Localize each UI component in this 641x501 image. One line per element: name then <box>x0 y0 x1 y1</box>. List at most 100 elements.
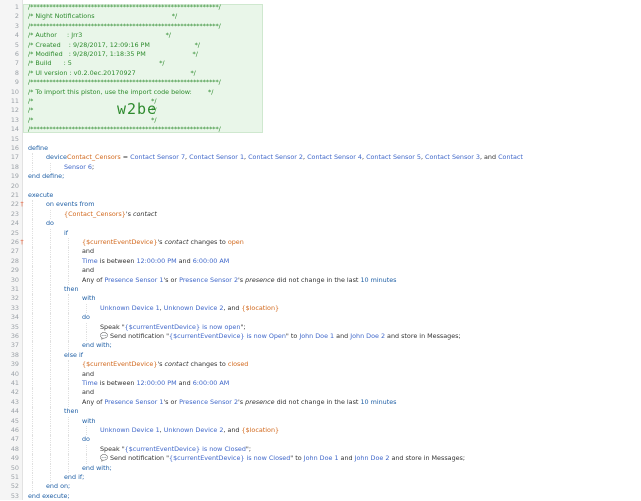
code-text: /***************************************… <box>28 3 221 12</box>
indent-guide <box>32 360 33 370</box>
line-number: 45 <box>10 416 19 425</box>
indent-guide <box>32 332 33 342</box>
line-number: 5 <box>14 40 19 49</box>
code-line: 3 /**************************************… <box>0 22 641 31</box>
code-token: open <box>227 238 244 246</box>
code-token: is between <box>97 379 137 387</box>
code-token: Unknown Device 1 <box>100 426 160 434</box>
indent-guide <box>86 322 87 332</box>
code-line: 17 deviceContact_Censors = Contact Sensor… <box>0 153 641 163</box>
indent-guide <box>50 294 51 304</box>
code-text: do <box>82 313 90 322</box>
line-number: 32 <box>10 294 19 303</box>
indent-guide <box>32 294 33 304</box>
code-line: 41 Time is between 12:00:00 PM and 6:00:0… <box>0 379 641 389</box>
code-text: then <box>64 407 79 416</box>
code-token: {$currentEventDevice} is now open <box>124 322 241 331</box>
code-line: 39 {$currentEventDevice}'s contact change… <box>0 360 641 370</box>
code-token: and <box>82 266 95 275</box>
code-token: " to <box>290 454 304 463</box>
indent-guide <box>50 416 51 426</box>
line-number: 28 <box>10 256 19 265</box>
code-token: changes to <box>188 238 228 246</box>
code-token: 💬 Send notification " <box>100 332 170 340</box>
code-token: {$location} <box>241 426 280 434</box>
code-token: {$currentEventDevice} is now Closed <box>169 454 291 463</box>
indent-guide <box>50 454 51 464</box>
indent-guide <box>50 407 51 417</box>
line-number: 11 <box>10 97 19 105</box>
indent-guide <box>68 238 69 248</box>
code-token: 💬 Send notification " <box>100 454 170 463</box>
code-token: end with; <box>82 463 112 472</box>
indent-guide <box>68 435 69 445</box>
code-line: 43 Any of Presence Sensor 1's or Presence… <box>0 397 641 408</box>
code-text: Unknown Device 1, Unknown Device 2, and … <box>100 304 279 313</box>
indent-guide <box>68 275 69 285</box>
indent-guide <box>50 350 51 361</box>
code-text: /* Author : Jrr3 */ <box>28 31 171 40</box>
code-line: 40 and <box>0 369 641 379</box>
code-token: /* To import this piston, use the import… <box>28 87 214 96</box>
code-line: 15 <box>0 135 641 144</box>
indent-guide <box>32 473 33 483</box>
code-token: /***************************************… <box>28 125 221 134</box>
code-token: did not change in the last <box>274 275 361 284</box>
code-text: /* Night Notifications */ <box>28 12 177 21</box>
line-number: 4 <box>14 31 19 40</box>
indent-guide <box>32 463 33 473</box>
code-line: 8 /* UI version : v0.2.0ec.20170927 */ <box>0 69 641 78</box>
code-token: /* Night Notifications */ <box>28 12 178 21</box>
indent-guide <box>32 247 33 257</box>
line-number: 37 <box>10 341 19 350</box>
line-number: 8 <box>14 68 19 77</box>
code-text: else if <box>64 351 83 360</box>
code-text: Time is between 12:00:00 PM and 6:00:00 … <box>82 379 229 388</box>
code-text: Any of Presence Sensor 1's or Presence S… <box>82 398 397 407</box>
code-token: {$location} <box>241 303 280 312</box>
code-line: 13 /* */ <box>0 116 641 125</box>
code-text: Unknown Device 1, Unknown Device 2, and … <box>100 426 279 435</box>
code-line: 10 /* To import this piston, use the impo… <box>0 88 641 97</box>
indent-guide <box>50 162 51 173</box>
line-number: 51 <box>10 473 19 481</box>
code-line: 5 /* Created : 9/28/2017, 12:09:16 PM */ <box>0 41 641 50</box>
code-text: /* To import this piston, use the import… <box>28 88 213 97</box>
code-token: end if; <box>64 473 85 481</box>
code-line: 6 /* Modified : 9/28/2017, 1:18:35 PM */ <box>0 50 641 59</box>
indent-guide <box>68 332 69 342</box>
code-token: do <box>46 219 54 228</box>
code-token: "; <box>245 444 251 453</box>
code-text: Speak "{$currentEventDevice} is now open… <box>100 323 245 332</box>
indent-guide <box>32 388 33 398</box>
indent-guide <box>32 200 33 210</box>
code-line: 11 /* */ <box>0 97 641 106</box>
indent-guide <box>32 454 33 464</box>
code-line: 45 with <box>0 416 641 426</box>
code-token: did not change in the last <box>274 397 361 406</box>
code-text: end if; <box>64 473 84 482</box>
code-token: {$currentEventDevice} <box>82 238 158 246</box>
indent-guide <box>50 332 51 342</box>
indent-guide <box>50 275 51 285</box>
code-text: execute <box>28 191 53 200</box>
code-line: 33 Unknown Device 1, Unknown Device 2, an… <box>0 303 641 314</box>
code-token: /* Modified : 9/28/2017, 1:18:35 PM */ <box>28 50 198 58</box>
code-token: device <box>46 153 67 162</box>
line-number: 6 <box>14 50 19 58</box>
code-line: 14 /*************************************… <box>0 125 641 134</box>
line-number: 42 <box>10 388 19 397</box>
code-token: 6:00:00 AM <box>192 379 230 387</box>
line-number: 48 <box>10 444 19 453</box>
code-line: 34 do <box>0 313 641 323</box>
code-token: Presence Sensor 2 <box>179 275 239 284</box>
line-number: 49 <box>10 454 19 463</box>
line-number: 7 <box>14 59 19 68</box>
code-token: end with; <box>82 341 112 350</box>
code-line: 28 Time is between 12:00:00 PM and 6:00:0… <box>0 256 641 267</box>
code-token: Time <box>82 379 98 387</box>
code-text: 💬 Send notification "{$currentEventDevic… <box>100 332 461 341</box>
indent-guide <box>68 388 69 398</box>
code-text: /* */ <box>28 106 157 115</box>
code-token: is between <box>97 256 137 265</box>
